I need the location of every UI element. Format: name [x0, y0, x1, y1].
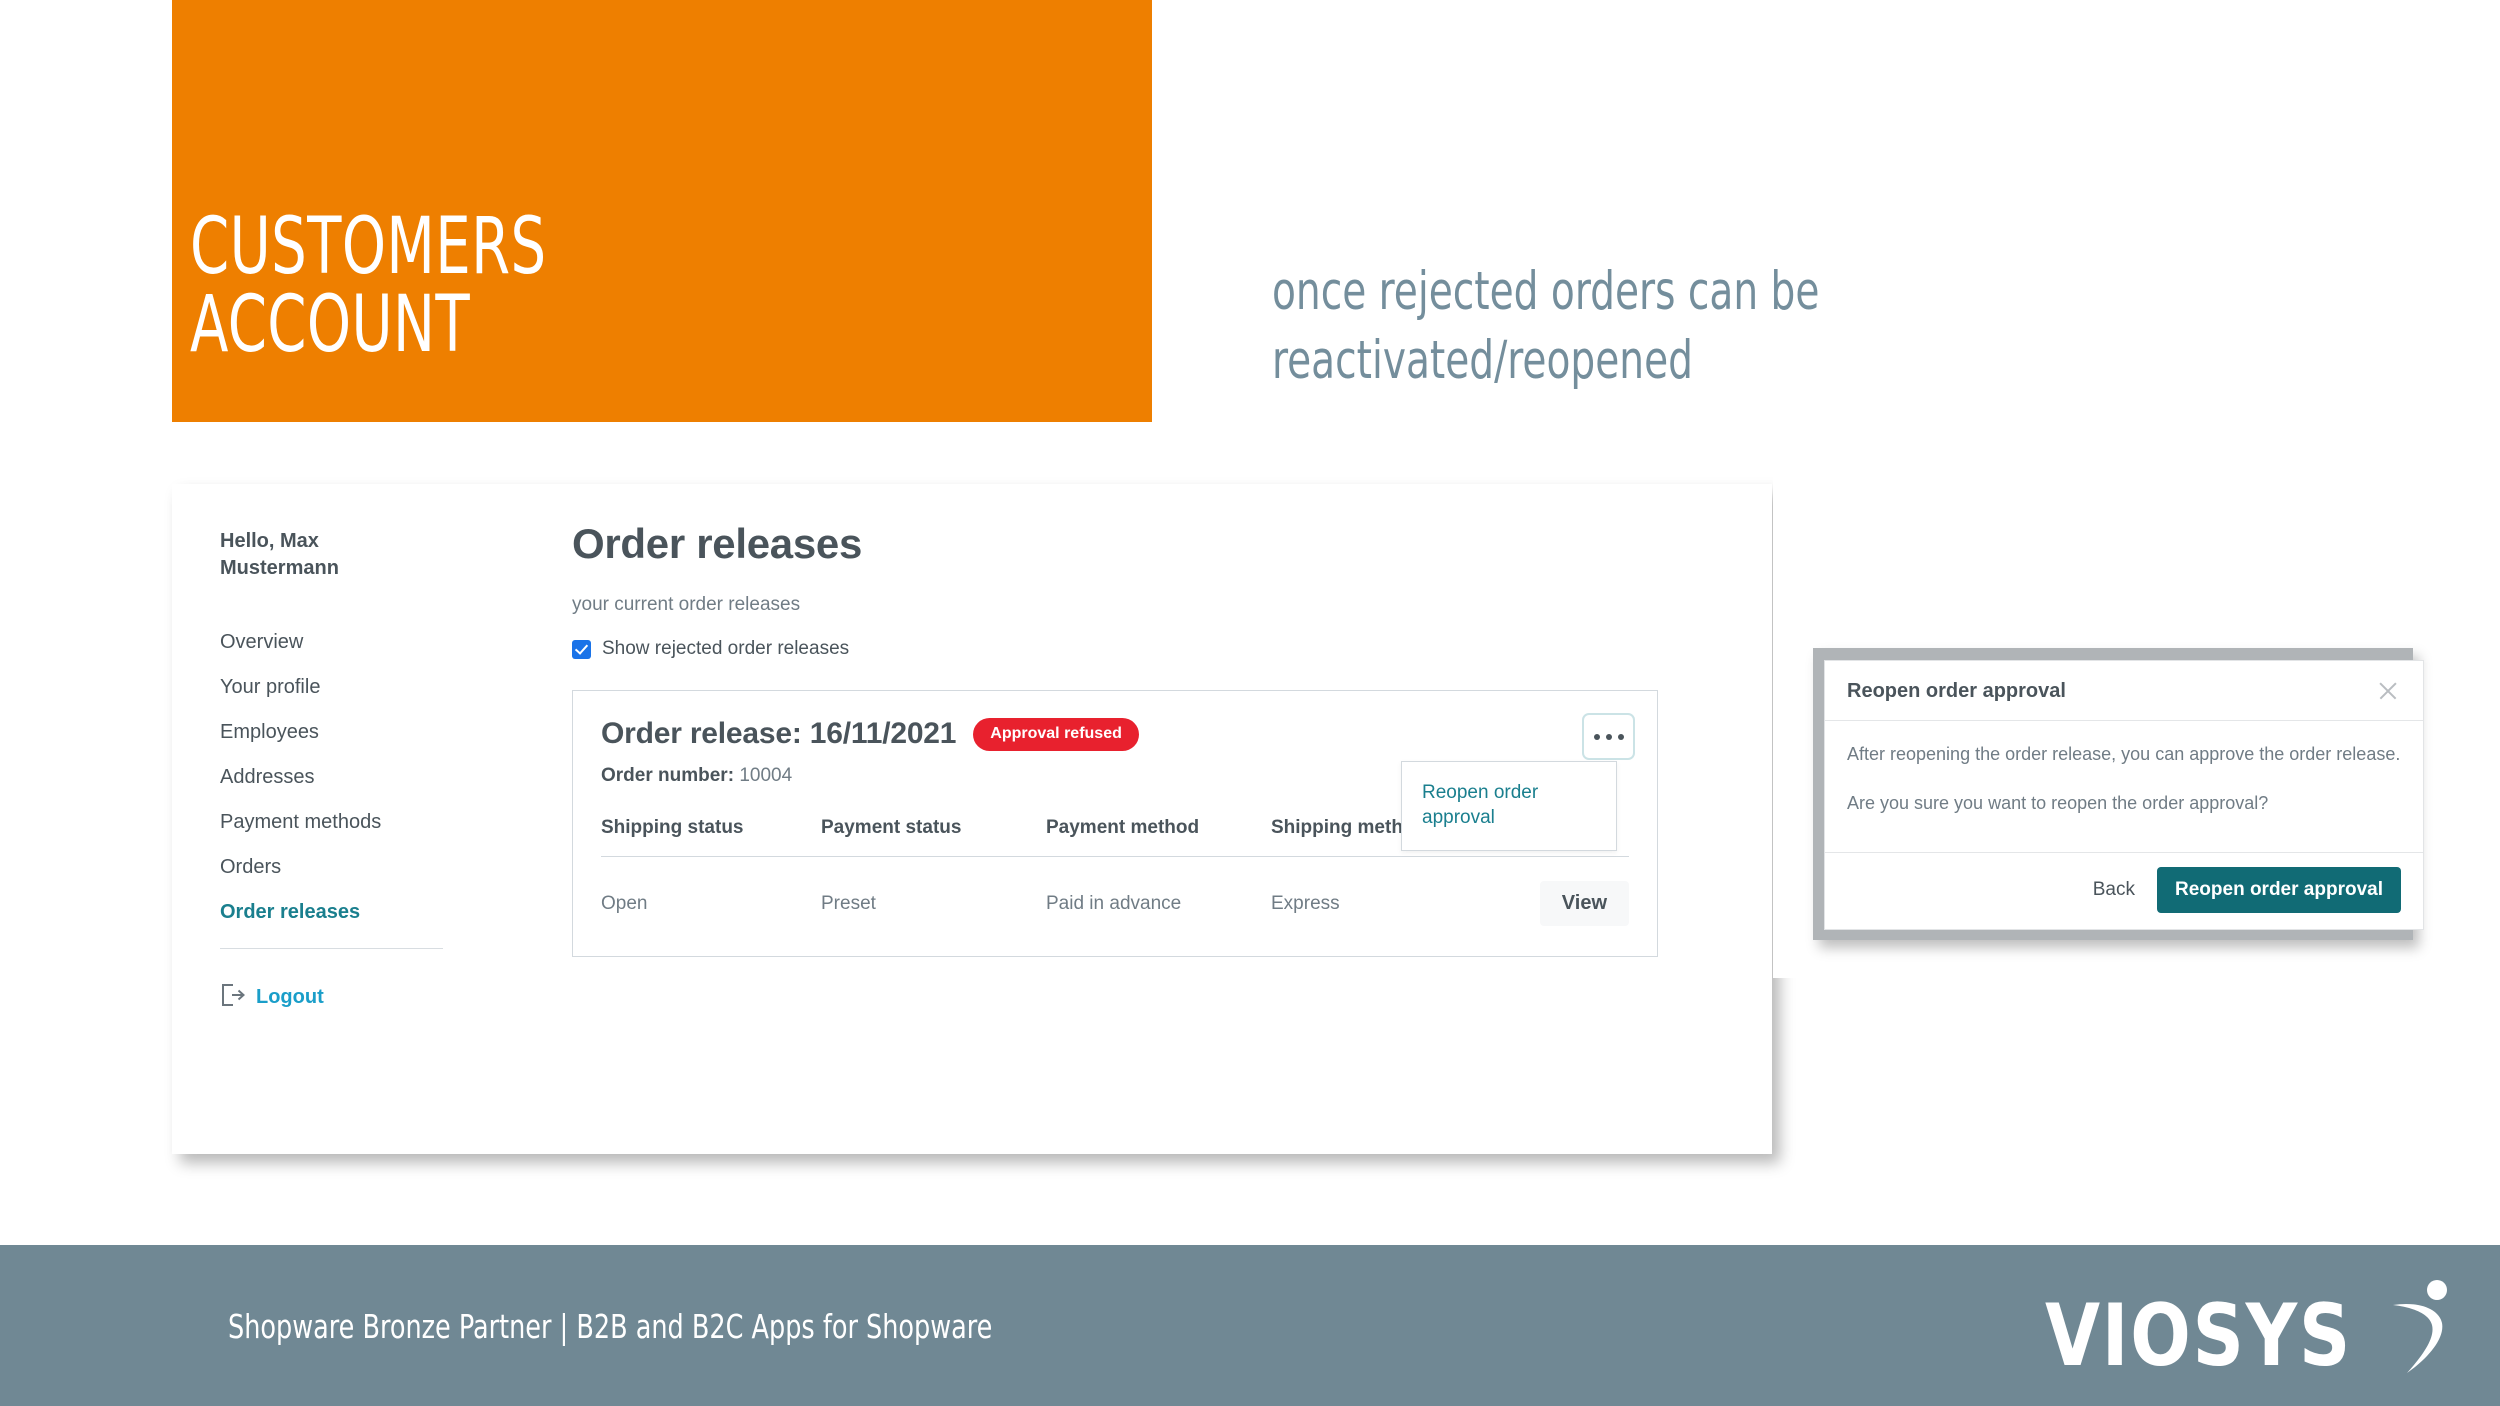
- sidebar-item-payment-methods[interactable]: Payment methods: [220, 800, 443, 845]
- account-main-column: Order releases your current order releas…: [572, 520, 1748, 957]
- greeting-text: Hello, Max Mustermann: [220, 530, 339, 580]
- back-button[interactable]: Back: [2093, 879, 2135, 901]
- cell-payment-status: Preset: [821, 892, 876, 914]
- slide-title: CUSTOMERS ACCOUNT: [190, 202, 547, 370]
- modal-paragraph-1: After reopening the order release, you c…: [1847, 744, 2401, 764]
- show-rejected-checkbox-label: Show rejected order releases: [602, 638, 850, 659]
- account-sidebar: Hello, Max Mustermann Overview Your prof…: [220, 528, 443, 1012]
- page-title: Order releases: [572, 520, 863, 567]
- viosys-logo-mark: [2385, 1279, 2455, 1379]
- show-rejected-checkbox-row[interactable]: Show rejected order releases: [572, 638, 1748, 660]
- column-header-shipping-status: Shipping status: [601, 817, 821, 857]
- reopen-order-approval-modal: Reopen order approval After reopening th…: [1824, 660, 2424, 930]
- page-subtitle: your current order releases: [572, 594, 801, 615]
- order-release-title: Order release: 16/11/2021: [601, 717, 957, 750]
- table-row: Open Preset Paid in advance Express View: [601, 857, 1629, 935]
- logout-label: Logout: [256, 986, 324, 1009]
- sidebar-item-orders[interactable]: Orders: [220, 845, 443, 890]
- modal-paragraph-2: Are you sure you want to reopen the orde…: [1847, 793, 2269, 814]
- viosys-logo: VIOSYS: [2045, 1279, 2455, 1379]
- sidebar-item-employees[interactable]: Employees: [220, 710, 443, 755]
- account-screenshot-panel: Hello, Max Mustermann Overview Your prof…: [172, 484, 1772, 1154]
- viosys-logo-word: VIOSYS: [2045, 1286, 2353, 1386]
- modal-body: After reopening the order release, you c…: [1825, 721, 2423, 852]
- status-badge: Approval refused: [973, 717, 1139, 751]
- logout-button[interactable]: Logout: [220, 983, 443, 1012]
- sidebar-item-order-releases[interactable]: Order releases: [220, 890, 443, 935]
- column-header-payment-method: Payment method: [1046, 817, 1271, 857]
- modal-header: Reopen order approval: [1825, 661, 2423, 721]
- sidebar-divider: [220, 948, 443, 950]
- kebab-dot: [1593, 733, 1600, 740]
- reopen-order-approval-button[interactable]: Reopen order approval: [2157, 866, 2401, 913]
- order-release-header: Order release: 16/11/2021 Approval refus…: [601, 717, 1629, 751]
- show-rejected-checkbox[interactable]: [572, 639, 591, 659]
- cell-actions: View: [1521, 857, 1629, 935]
- close-icon[interactable]: [2375, 678, 2401, 704]
- sidebar-item-your-profile[interactable]: Your profile: [220, 665, 443, 710]
- modal-footer: Back Reopen order approval: [1825, 851, 2423, 929]
- more-options-icon[interactable]: [1582, 713, 1635, 760]
- slide-footer: Shopware Bronze Partner | B2B and B2C Ap…: [0, 1245, 2500, 1406]
- order-number-value: 10004: [739, 765, 793, 786]
- logout-icon: [220, 983, 246, 1012]
- order-number-label: Order number:: [601, 765, 735, 786]
- kebab-dot: [1605, 733, 1612, 740]
- modal-title: Reopen order approval: [1847, 679, 2066, 702]
- cell-shipping-method: Express: [1271, 892, 1340, 914]
- sidebar-item-overview[interactable]: Overview: [220, 620, 443, 665]
- slide-subtitle: once rejected orders can be reactivated/…: [1272, 261, 1820, 391]
- footer-text: Shopware Bronze Partner | B2B and B2C Ap…: [228, 1307, 993, 1346]
- cell-shipping-status: Open: [601, 892, 648, 914]
- column-header-payment-status: Payment status: [821, 817, 1046, 857]
- sidebar-item-addresses[interactable]: Addresses: [220, 755, 443, 800]
- dropdown-item-reopen-order-approval[interactable]: Reopen order approval: [1422, 780, 1596, 830]
- kebab-dot: [1617, 733, 1624, 740]
- view-button[interactable]: View: [1539, 881, 1629, 926]
- modal-background-mask: [1773, 478, 1813, 978]
- order-release-card: Order release: 16/11/2021 Approval refus…: [572, 690, 1658, 957]
- context-dropdown-menu: Reopen order approval: [1401, 761, 1617, 852]
- cell-payment-method: Paid in advance: [1046, 892, 1182, 914]
